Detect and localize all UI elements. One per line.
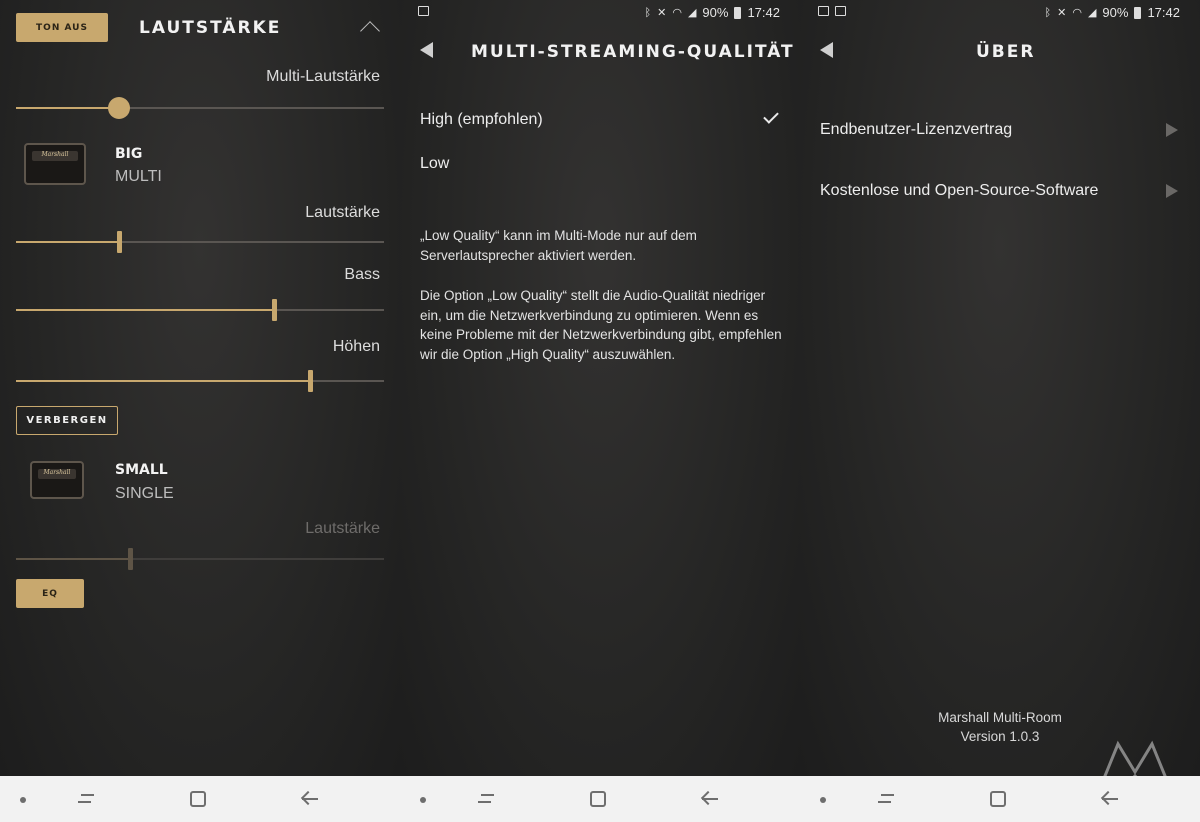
home-icon[interactable] [590,791,606,807]
bluetooth-icon: ᛒ [644,6,652,19]
eq-button[interactable]: EQ [16,579,84,608]
mute-icon: ✕ [657,7,667,19]
back-arrow-icon[interactable] [420,42,433,58]
back-icon[interactable] [1100,790,1118,807]
check-icon [763,108,779,124]
battery-percent: 90% [702,5,729,20]
wifi-icon: ◠ [672,7,682,19]
system-navbar [400,776,800,822]
clock: 17:42 [1147,5,1180,20]
image-icon [418,6,429,16]
big-volume-handle[interactable] [117,231,123,253]
option-low[interactable]: Low [420,155,449,173]
note-low-quality: Die Option „Low Quality“ stellt die Audi… [420,288,782,362]
clock: 17:42 [747,5,780,20]
small-volume-slider[interactable] [16,548,384,570]
dot-icon[interactable] [420,797,426,803]
bass-slider[interactable] [16,299,384,321]
speaker-small-name: SMALL [115,462,168,478]
multi-volume-slider[interactable] [16,97,384,119]
signal-icon: ◢ [687,7,697,19]
treble-label: Höhen [332,338,380,355]
status-bar: ᛒ ✕ ◠ ◢ 90% 17:42 [400,0,800,26]
recent-apps-icon[interactable] [478,792,494,806]
treble-handle[interactable] [308,370,314,392]
bass-label: Bass [344,266,380,283]
mute-button[interactable]: TON AUS [16,13,108,42]
status-bar: ᛒ ✕ ◠ ◢ 90% 17:42 [800,0,1200,26]
speaker-big-name: BIG [115,146,143,162]
hide-button[interactable]: VERBERGEN [16,406,118,435]
mail-icon [818,6,829,16]
speaker-big-mode: MULTI [115,168,162,185]
page-title: MULTI-STREAMING-QUALITÄT [471,42,795,62]
collapse-chevron-icon[interactable] [360,21,380,41]
speaker-logo: Marshall [41,151,69,158]
small-volume-label: Lautstärke [305,520,380,537]
home-icon[interactable] [990,791,1006,807]
note-server-only: „Low Quality“ kann im Multi-Mode nur auf… [420,228,697,263]
dot-icon[interactable] [820,797,826,803]
wifi-icon: ◠ [1072,7,1082,19]
small-volume-handle[interactable] [128,548,134,570]
license-agreement-item[interactable]: Endbenutzer-Lizenzvertrag [820,121,1012,139]
back-icon[interactable] [700,790,718,807]
speaker-logo: Marshall [43,469,71,476]
treble-slider[interactable] [16,370,384,392]
recent-apps-icon[interactable] [78,792,94,806]
mute-icon: ✕ [1057,7,1067,19]
bluetooth-icon: ᛒ [1044,6,1052,19]
speaker-small-image: Marshall [30,461,84,499]
option-high[interactable]: High (empfohlen) [420,111,543,129]
chevron-right-icon[interactable] [1166,123,1178,137]
multi-volume-label: Multi-Lautstärke [266,68,380,85]
system-navbar [0,776,400,822]
back-arrow-icon[interactable] [820,42,833,58]
dot-icon[interactable] [20,797,26,803]
page-title: ÜBER [976,42,1036,62]
recent-apps-icon[interactable] [878,792,894,806]
multi-volume-handle[interactable] [108,97,131,119]
page-title: LAUTSTÄRKE [139,18,282,38]
volume-screen: TON AUS LAUTSTÄRKE Multi-Lautstärke Mars… [0,0,400,822]
image-icon [835,6,846,16]
system-navbar [800,776,1200,822]
big-volume-label: Lautstärke [305,204,380,221]
streaming-quality-screen: ᛒ ✕ ◠ ◢ 90% 17:42 MULTI-STREAMING-QUALIT… [400,0,800,822]
speaker-big-image: Marshall [24,143,86,185]
chevron-right-icon[interactable] [1166,184,1178,198]
battery-percent: 90% [1102,5,1129,20]
bass-handle[interactable] [271,299,277,321]
open-source-item[interactable]: Kostenlose und Open-Source-Software [820,182,1098,200]
big-volume-slider[interactable] [16,231,384,253]
signal-icon: ◢ [1087,7,1097,19]
about-screen: ᛒ ✕ ◠ ◢ 90% 17:42 ÜBER Endbenutzer-Lizen… [800,0,1200,822]
home-icon[interactable] [190,791,206,807]
speaker-small-mode: SINGLE [115,485,174,502]
battery-icon [1134,6,1142,19]
app-name: Marshall Multi-Room [938,710,1062,725]
back-icon[interactable] [300,790,318,807]
battery-icon [734,6,742,19]
